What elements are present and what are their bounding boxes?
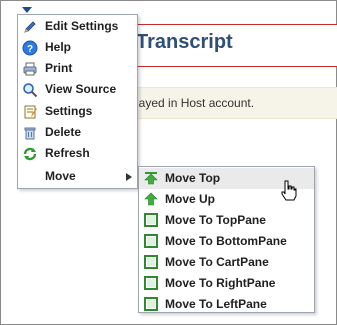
arrow-up-icon (144, 192, 158, 206)
info-message: layed in Host account. (136, 96, 255, 110)
menu-item-delete[interactable]: Delete (18, 122, 137, 143)
svg-text:?: ? (27, 44, 33, 55)
submenu-item-move-to-leftpane[interactable]: Move To LeftPane (139, 294, 314, 315)
refresh-icon (23, 147, 37, 161)
menu-item-print[interactable]: Print (18, 58, 137, 79)
pane-icon (144, 213, 158, 227)
pane-icon (144, 276, 158, 290)
menu-item-edit-settings[interactable]: Edit Settings (18, 16, 137, 37)
printer-icon (23, 62, 37, 76)
dropdown-arrow-icon[interactable] (21, 6, 33, 14)
page-title: Transcript (136, 31, 233, 53)
pane-icon (144, 297, 158, 311)
arrow-top-icon (144, 172, 158, 185)
menu-item-view-source[interactable]: View Source (18, 79, 137, 100)
pencil-icon (24, 21, 36, 33)
hand-cursor-icon (281, 180, 297, 201)
submenu-item-move-to-bottompane[interactable]: Move To BottomPane (139, 231, 314, 252)
trash-icon (24, 127, 36, 140)
submenu-arrow-icon (126, 173, 132, 181)
action-menu: Edit Settings ? Help Print View Source S (17, 14, 138, 189)
menu-item-move[interactable]: Move (18, 166, 137, 187)
settings-icon (24, 105, 37, 119)
submenu-item-move-to-cartpane[interactable]: Move To CartPane (139, 252, 314, 273)
submenu-item-move-to-rightpane[interactable]: Move To RightPane (139, 273, 314, 294)
menu-item-refresh[interactable]: Refresh (18, 143, 137, 164)
action-menu-trigger[interactable] (21, 6, 33, 14)
magnifier-icon (23, 83, 38, 98)
pane-icon (144, 234, 158, 248)
pane-icon (144, 255, 158, 269)
menu-item-help[interactable]: ? Help (18, 37, 137, 58)
menu-item-settings[interactable]: Settings (18, 101, 137, 122)
help-icon: ? (22, 40, 38, 56)
submenu-item-move-to-toppane[interactable]: Move To TopPane (139, 210, 314, 231)
